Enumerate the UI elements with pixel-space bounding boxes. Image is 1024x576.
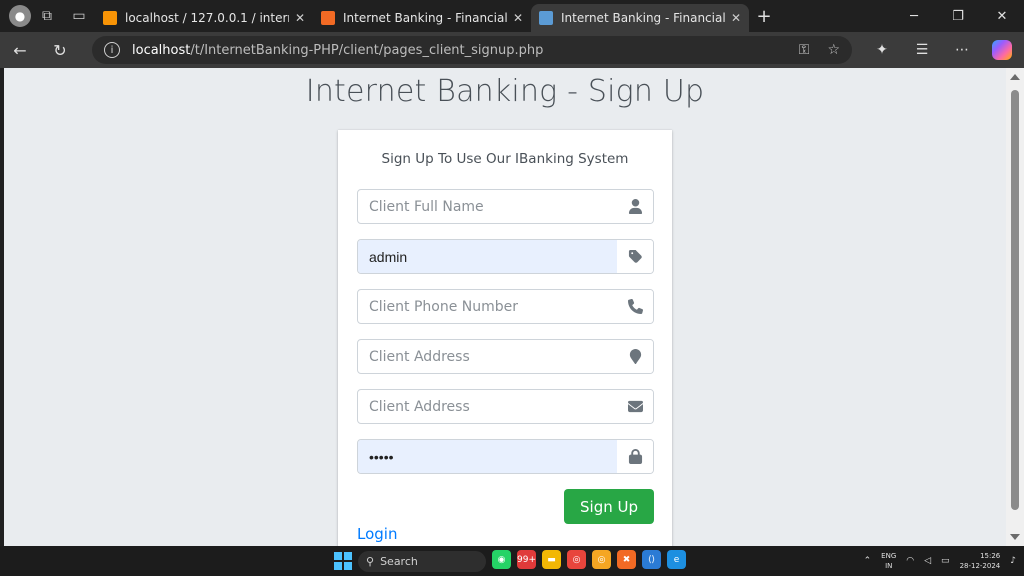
taskbar-apps: ◉ 99+ ▬ ◎ ◎ ✖ ⟨⟩ e <box>492 550 686 569</box>
taskbar-search[interactable]: ⚲ Search <box>358 551 486 572</box>
language-indicator[interactable]: ENG IN <box>881 551 896 571</box>
laptop-favicon-icon <box>539 11 553 25</box>
notification-bell-icon[interactable]: ♪ <box>1010 556 1016 566</box>
vscode-icon[interactable]: ⟨⟩ <box>642 550 661 569</box>
tab-actions-icon[interactable]: ▭ <box>63 0 95 32</box>
tag-icon <box>617 240 653 273</box>
address-group <box>357 339 654 374</box>
signup-message: Sign Up To Use Our IBanking System <box>381 151 629 167</box>
tab-internet-banking-1[interactable]: Internet Banking - Financial success at … <box>313 4 531 32</box>
copilot-icon[interactable] <box>992 40 1012 60</box>
phone-icon <box>617 290 653 323</box>
taskbar-search-label: Search <box>380 555 418 568</box>
url-host: localhost <box>132 42 191 58</box>
chrome-profile-icon[interactable]: ◎ <box>592 550 611 569</box>
address-bar[interactable]: i localhost /t/InternetBanking-PHP/clien… <box>92 36 852 64</box>
phpmyadmin-favicon-icon <box>103 11 117 25</box>
battery-icon[interactable]: ▭ <box>941 556 950 566</box>
refresh-button[interactable]: ↻ <box>40 32 80 68</box>
password-input[interactable] <box>358 440 617 473</box>
signup-button[interactable]: Sign Up <box>564 489 654 524</box>
favorite-star-icon[interactable]: ☆ <box>827 42 840 58</box>
xampp-icon[interactable]: ✖ <box>617 550 636 569</box>
page-viewport: Internet Banking - Sign Up Sign Up To Us… <box>4 68 1006 546</box>
url-path: /t/InternetBanking-PHP/client/pages_clie… <box>190 42 544 58</box>
tab-close-icon[interactable]: ✕ <box>295 11 305 25</box>
envelope-icon <box>617 390 653 423</box>
browser-toolbar: ← ↻ i localhost /t/InternetBanking-PHP/c… <box>0 32 1024 68</box>
xampp-favicon-icon <box>321 11 335 25</box>
phone-group <box>357 289 654 324</box>
lang-code: ENG <box>881 552 897 560</box>
workspaces-icon[interactable]: ⧉ <box>31 0 63 32</box>
chrome-icon[interactable]: ◎ <box>567 550 586 569</box>
email-input[interactable] <box>358 390 617 423</box>
window-controls: ─ ❐ ✕ <box>892 0 1024 32</box>
password-key-icon[interactable]: ⚿ <box>799 42 810 58</box>
scroll-up-icon[interactable] <box>1010 74 1020 80</box>
new-tab-button[interactable]: + <box>749 6 779 27</box>
map-marker-icon <box>617 340 653 373</box>
phone-input[interactable] <box>358 290 617 323</box>
whatsapp-icon[interactable]: ◉ <box>492 550 511 569</box>
close-window-icon[interactable]: ✕ <box>980 0 1024 32</box>
browser-tab-bar: ● ⧉ ▭ localhost / 127.0.0.1 / internetba… <box>0 0 1024 32</box>
full-name-input[interactable] <box>358 190 617 223</box>
password-group <box>357 439 654 474</box>
windows-taskbar: ⚲ Search ◉ 99+ ▬ ◎ ◎ ✖ ⟨⟩ e ⌃ ENG IN ◠ ◁… <box>0 546 1024 576</box>
tab-phpmyadmin[interactable]: localhost / 127.0.0.1 / internetbanking … <box>95 4 313 32</box>
scroll-down-icon[interactable] <box>1010 534 1020 540</box>
edge-icon[interactable]: e <box>667 550 686 569</box>
clock-date: 28-12-2024 <box>959 562 1001 570</box>
lang-region: IN <box>885 562 893 570</box>
national-id-input[interactable] <box>358 240 617 273</box>
site-info-icon[interactable]: i <box>104 42 120 58</box>
tab-title: Internet Banking - Financial success at … <box>343 11 507 25</box>
lock-icon <box>617 440 653 473</box>
extensions-icon[interactable]: ✦ <box>864 32 900 68</box>
page-scrollbar[interactable] <box>1006 68 1024 546</box>
system-tray: ⌃ ENG IN ◠ ◁ ▭ 15:26 28-12-2024 ♪ <box>864 546 1016 576</box>
profile-avatar[interactable]: ● <box>9 5 31 27</box>
email-group <box>357 389 654 424</box>
wifi-icon[interactable]: ◠ <box>906 556 914 566</box>
clock[interactable]: 15:26 28-12-2024 <box>960 551 1001 571</box>
file-explorer-icon[interactable]: ▬ <box>542 550 561 569</box>
favorites-icon[interactable]: ☰ <box>904 32 940 68</box>
tab-title: localhost / 127.0.0.1 / internetbanking <box>125 11 289 25</box>
tab-close-icon[interactable]: ✕ <box>513 11 523 25</box>
tab-internet-banking-2[interactable]: Internet Banking - Financial success at … <box>531 4 749 32</box>
clock-time: 15:26 <box>980 552 1001 560</box>
chevron-up-icon[interactable]: ⌃ <box>864 556 872 566</box>
notification-badge-app-icon[interactable]: 99+ <box>517 550 536 569</box>
back-button[interactable]: ← <box>0 32 40 68</box>
national-id-group <box>357 239 654 274</box>
windows-start-icon[interactable] <box>334 552 352 570</box>
full-name-group <box>357 189 654 224</box>
search-icon: ⚲ <box>366 555 375 568</box>
tab-close-icon[interactable]: ✕ <box>731 11 741 25</box>
page-title: Internet Banking - Sign Up <box>305 74 705 109</box>
address-input[interactable] <box>358 340 617 373</box>
user-icon <box>617 190 653 223</box>
restore-icon[interactable]: ❐ <box>936 0 980 32</box>
tab-title: Internet Banking - Financial success at … <box>561 11 725 25</box>
minimize-icon[interactable]: ─ <box>892 0 936 32</box>
scrollbar-thumb[interactable] <box>1011 90 1019 510</box>
volume-icon[interactable]: ◁ <box>924 556 931 566</box>
signup-card: Sign Up To Use Our IBanking System Clien… <box>338 130 672 546</box>
more-menu-icon[interactable]: ⋯ <box>944 32 980 68</box>
login-link[interactable]: Login <box>357 525 397 543</box>
